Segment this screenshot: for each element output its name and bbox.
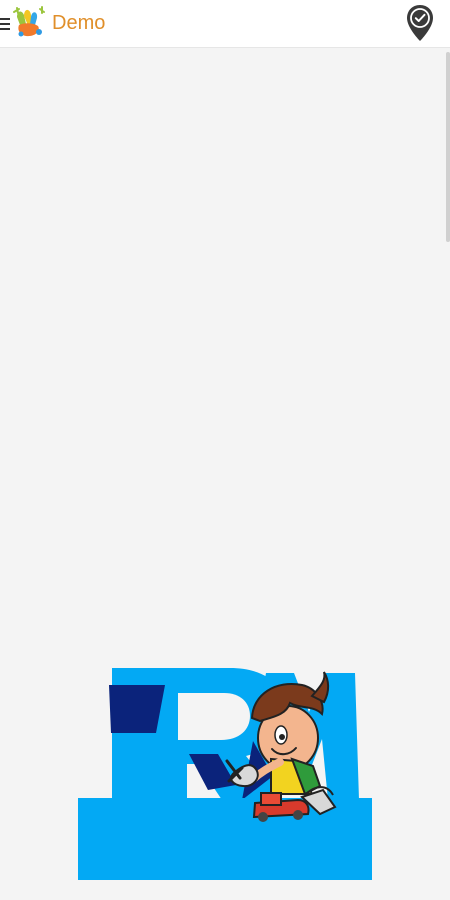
app-screen: Demo (0, 0, 450, 900)
location-check-button[interactable] (404, 3, 436, 43)
top-app-bar: Demo (0, 0, 450, 48)
brand-illustration (76, 660, 376, 880)
app-title: Demo (52, 12, 106, 34)
menu-line-bottom (0, 28, 10, 30)
menu-button[interactable] (0, 15, 10, 31)
menu-line-top (0, 18, 10, 20)
menu-line-middle (0, 23, 10, 25)
app-logo-icon[interactable] (12, 5, 48, 39)
